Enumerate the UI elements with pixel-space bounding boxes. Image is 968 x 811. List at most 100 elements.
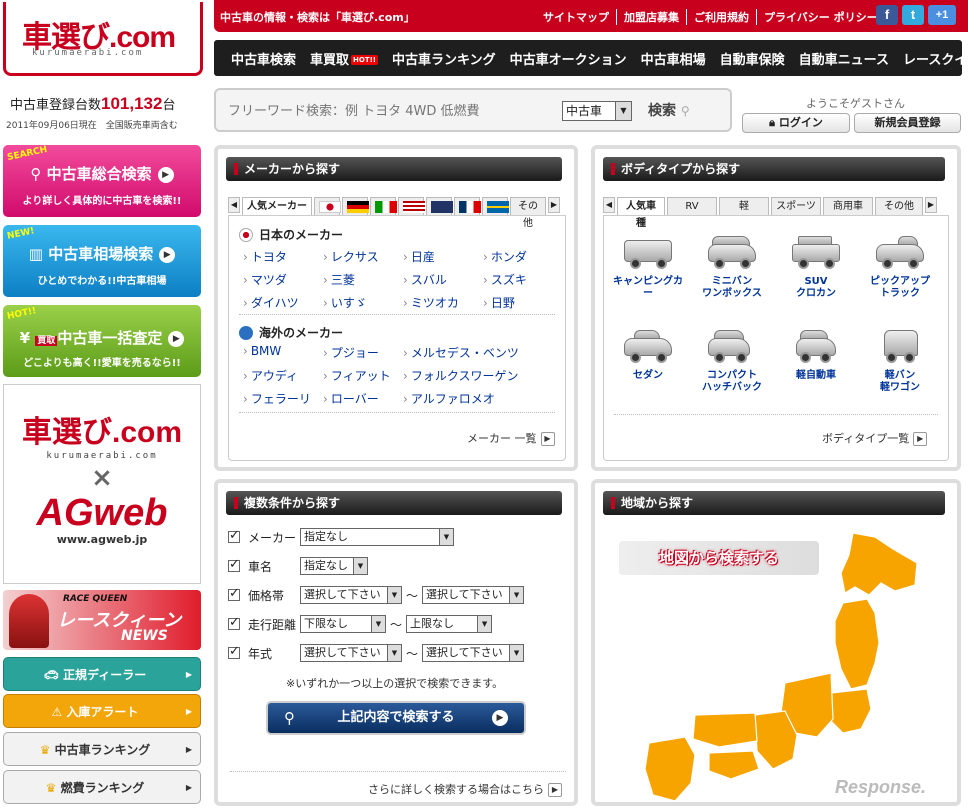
maker-link[interactable]: 三菱 xyxy=(323,271,355,288)
checkmark-icon[interactable] xyxy=(228,586,240,601)
tab-flag-japan[interactable] xyxy=(314,197,341,215)
tab-flag-italy[interactable] xyxy=(370,197,397,215)
price-min-select[interactable]: 選択して下さい xyxy=(300,586,402,604)
body-type-pickup[interactable]: ピックアップ トラック xyxy=(862,234,938,300)
left-nav-alert[interactable]: ⚠ 入庫アラート ▶ xyxy=(3,694,201,728)
nav-news[interactable]: 自動車ニュース xyxy=(792,49,896,68)
body-type-list-link[interactable]: ボディタイプ一覧 ▶ xyxy=(822,430,928,446)
maker-link[interactable]: ダイハツ xyxy=(243,294,299,311)
tab-prev-icon[interactable]: ◀ xyxy=(228,197,240,213)
maker-link[interactable]: レクサス xyxy=(323,248,379,265)
body-type-sedan[interactable]: セダン xyxy=(610,328,686,382)
register-button[interactable]: 新規会員登録 xyxy=(854,113,961,133)
maker-select[interactable]: 指定なし xyxy=(300,528,454,546)
maker-link[interactable]: 日産 xyxy=(403,248,435,265)
maker-link[interactable]: マツダ xyxy=(243,271,287,288)
maker-link[interactable]: フェラーリ xyxy=(243,390,311,407)
maker-link[interactable]: フィアット xyxy=(323,367,391,384)
tab-popular-cars[interactable]: 人気車種 xyxy=(617,197,665,229)
search-input[interactable] xyxy=(228,101,558,121)
maker-link[interactable]: アウディ xyxy=(243,367,298,384)
tab-flag-germany[interactable] xyxy=(342,197,369,215)
left-nav-ranking[interactable]: ♛ 中古車ランキング ▶ xyxy=(3,732,201,766)
maker-link[interactable]: メルセデス・ベンツ xyxy=(403,344,519,361)
mileage-min-select[interactable]: 下限なし xyxy=(300,615,386,633)
maker-link[interactable]: フォルクスワーゲン xyxy=(403,367,519,384)
maker-list-link[interactable]: メーカー 一覧 ▶ xyxy=(467,430,555,446)
search-category-select[interactable]: 中古車 ▼ xyxy=(562,101,632,121)
checkmark-icon[interactable] xyxy=(228,644,240,659)
maker-link[interactable]: プジョー xyxy=(323,344,379,361)
link-privacy[interactable]: プライバシー ポリシー xyxy=(757,9,885,25)
nav-market-price[interactable]: 中古車相場 xyxy=(634,49,713,68)
body-type-kei-van[interactable]: 軽バン 軽ワゴン xyxy=(862,328,938,394)
tab-kei[interactable]: 軽 xyxy=(719,197,769,215)
condition-search-button[interactable]: ⚲ 上記内容で検索する ▶ xyxy=(266,701,526,735)
welcome-text: ようこそゲストさん xyxy=(806,97,905,110)
google-plus-icon[interactable]: +1 xyxy=(928,5,956,25)
nav-ranking[interactable]: 中古車ランキング xyxy=(385,49,503,68)
maker-link[interactable]: いすゞ xyxy=(323,294,367,311)
checkmark-icon[interactable] xyxy=(228,557,240,572)
maker-link[interactable]: スバル xyxy=(403,271,447,288)
facebook-icon[interactable]: f xyxy=(876,5,898,25)
nav-auction[interactable]: 中古車オークション xyxy=(503,49,634,68)
search-button[interactable]: 検索 ⚲ xyxy=(648,100,690,120)
body-type-camper[interactable]: キャンピングカー xyxy=(610,234,686,300)
count-value: 101,132 xyxy=(101,94,163,113)
body-type-kei[interactable]: 軽自動車 xyxy=(778,328,854,382)
tab-flag-france[interactable] xyxy=(454,197,481,215)
nav-used-car-search[interactable]: 中古車検索 xyxy=(224,49,303,68)
link-terms[interactable]: ご利用規約 xyxy=(687,9,757,25)
year-max-select[interactable]: 選択して下さい xyxy=(422,644,525,662)
body-type-suv[interactable]: SUV クロカン xyxy=(778,234,854,300)
tab-popular-makers[interactable]: 人気メーカー xyxy=(242,197,312,215)
tab-flag-sweden[interactable] xyxy=(482,197,509,215)
banner-bulk-appraisal[interactable]: HOT!! ¥ 買取 中古車一括査定 ▶ どこよりも高く!!愛車を売るなら!! xyxy=(3,305,201,377)
banner-total-search[interactable]: SEARCH ⚲ 中古車総合検索 ▶ より詳しく具体的に中古車を検索!! xyxy=(3,145,201,217)
nav-car-buyout[interactable]: 車買取 HOT!! xyxy=(303,49,385,68)
race-queen-banner[interactable]: RACE QUEEN レースクィーン NEWS xyxy=(3,590,201,650)
tab-next-icon[interactable]: ▶ xyxy=(925,197,937,213)
maker-link[interactable]: BMW xyxy=(243,344,281,358)
collab-banner[interactable]: 車選び.com kurumaerabi.com × AGweb www.agwe… xyxy=(3,384,201,584)
tab-sports[interactable]: スポーツ xyxy=(771,197,821,215)
link-recruit[interactable]: 加盟店募集 xyxy=(617,9,687,25)
maker-link[interactable]: アルファロメオ xyxy=(403,390,495,407)
search-category-value: 中古車 xyxy=(566,104,603,118)
maker-link[interactable]: 日野 xyxy=(483,294,515,311)
map-region-kanto xyxy=(828,688,872,734)
model-select[interactable]: 指定なし xyxy=(300,557,368,575)
tab-prev-icon[interactable]: ◀ xyxy=(603,197,615,213)
checkmark-icon[interactable] xyxy=(228,528,240,543)
maker-link[interactable]: ホンダ xyxy=(483,248,527,265)
login-button[interactable]: 🔒︎ ログイン xyxy=(742,113,850,133)
maker-link[interactable]: スズキ xyxy=(483,271,527,288)
maker-link[interactable]: ローバー xyxy=(323,390,379,407)
tab-flag-usa[interactable] xyxy=(398,197,425,215)
nav-race-queen[interactable]: レースクイーン xyxy=(896,49,968,68)
mileage-max-select[interactable]: 上限なし xyxy=(406,615,493,633)
maker-link[interactable]: ミツオカ xyxy=(403,294,459,311)
body-type-compact[interactable]: コンパクト ハッチバック xyxy=(694,328,770,394)
tab-rv[interactable]: RV xyxy=(667,197,717,215)
body-type-minivan[interactable]: ミニバン ワンボックス xyxy=(694,234,770,300)
tab-other-makers[interactable]: その他 xyxy=(510,197,546,229)
banner-market-search[interactable]: NEW! ▥ 中古車相場検索 ▶ ひとめでわかる!!中古車相場 xyxy=(3,225,201,297)
link-sitemap[interactable]: サイトマップ xyxy=(536,9,617,25)
left-nav-fuel-ranking[interactable]: ♛ 燃費ランキング ▶ xyxy=(3,770,201,804)
price-max-select[interactable]: 選択して下さい xyxy=(422,586,525,604)
maker-link[interactable]: トヨタ xyxy=(243,248,287,265)
site-logo[interactable]: 車選び.com kurumaerabi.com xyxy=(3,2,203,76)
tab-commercial[interactable]: 商用車 xyxy=(823,197,873,215)
left-nav-dealer[interactable]: 🚗︎ 正規ディーラー ▶ xyxy=(3,657,201,691)
tab-next-icon[interactable]: ▶ xyxy=(548,197,560,213)
checkmark-icon[interactable] xyxy=(228,615,240,630)
tab-other[interactable]: その他 xyxy=(875,197,923,215)
twitter-icon[interactable]: t xyxy=(902,5,924,25)
tab-flag-uk[interactable] xyxy=(426,197,453,215)
nav-insurance[interactable]: 自動車保険 xyxy=(713,49,792,68)
year-min-select[interactable]: 選択して下さい xyxy=(300,644,402,662)
detailed-search-link[interactable]: さらに詳しく検索する場合はこちら ▶ xyxy=(368,781,562,797)
japan-map[interactable] xyxy=(635,533,925,803)
